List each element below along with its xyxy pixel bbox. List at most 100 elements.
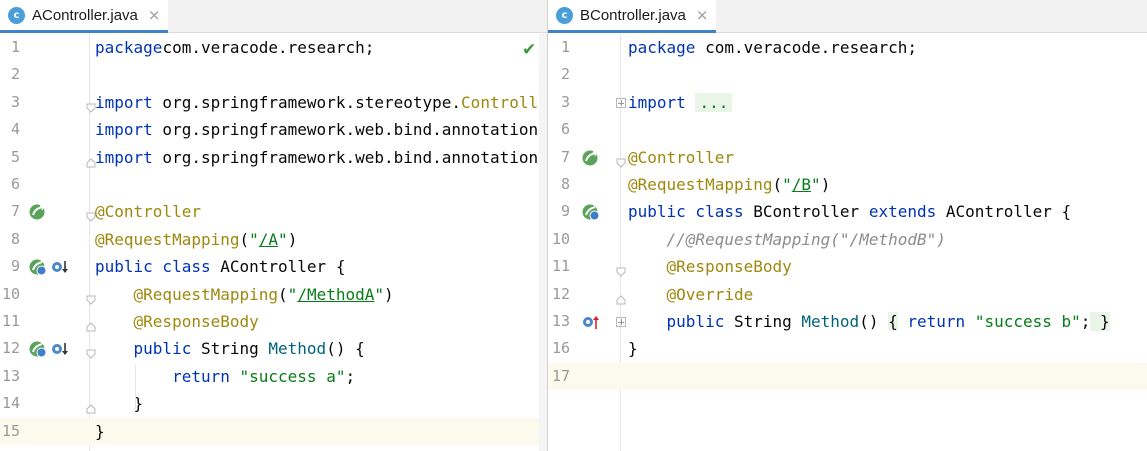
fold-expand-icon[interactable] (616, 97, 626, 108)
close-icon[interactable]: × (696, 6, 709, 24)
code-line[interactable]: 6 (0, 171, 547, 198)
overridden-method-icon[interactable] (51, 340, 69, 358)
line-number[interactable]: 6 (0, 171, 24, 198)
code-line[interactable]: 5 import org.springframework.web.bind.ann… (0, 144, 547, 171)
close-icon[interactable]: × (148, 6, 161, 24)
fold-open-icon[interactable] (616, 153, 626, 168)
code-text[interactable]: import org.springframework.web.bind.anno… (95, 144, 538, 171)
spring-request-mapping-icon[interactable] (582, 203, 600, 221)
vertical-scrollbar[interactable] (539, 34, 547, 451)
tab-bcontroller[interactable]: c BController.java × (548, 0, 717, 33)
line-number[interactable]: 8 (548, 171, 574, 198)
code-text[interactable]: @Controller (628, 144, 734, 171)
line-number[interactable]: 16 (548, 335, 574, 362)
fold-open-icon[interactable] (616, 262, 626, 277)
fold-expand-icon[interactable] (616, 317, 626, 327)
code-line[interactable]: 13 public String Method() { return "succ… (548, 308, 1147, 335)
code-line[interactable]: 7 @Controller (548, 144, 1147, 171)
code-line[interactable]: 1 packagecom.veracode.research; (0, 34, 547, 61)
code-text[interactable]: packagecom.veracode.research; (95, 34, 374, 61)
line-number[interactable]: 11 (548, 253, 574, 280)
line-number[interactable]: 12 (548, 281, 574, 308)
overridden-method-icon[interactable] (51, 258, 69, 276)
fold-close-icon[interactable] (616, 290, 626, 305)
line-number[interactable]: 7 (0, 198, 24, 225)
overriding-method-icon[interactable] (582, 313, 600, 331)
code-line[interactable]: 7 @Controller (0, 198, 547, 225)
check-icon[interactable]: ✔ (522, 40, 536, 60)
code-text[interactable]: } (95, 418, 105, 445)
spring-bean-icon[interactable] (582, 149, 600, 167)
line-number[interactable]: 5 (0, 144, 24, 171)
code-line[interactable]: 14 } (0, 390, 547, 417)
line-number[interactable]: 2 (548, 61, 574, 88)
line-number[interactable]: 4 (0, 116, 24, 143)
code-line[interactable]: 2 (0, 61, 547, 88)
code-line[interactable]: 3 import org.springframework.stereotype.C… (0, 89, 547, 116)
line-number[interactable]: 17 (548, 363, 574, 390)
line-number[interactable]: 2 (0, 61, 24, 88)
line-number[interactable]: 13 (548, 308, 574, 335)
line-number[interactable]: 15 (0, 418, 24, 445)
spring-request-mapping-icon[interactable] (29, 258, 47, 276)
code-line[interactable]: 17 (548, 362, 1147, 391)
code-line[interactable]: 1 package com.veracode.research; (548, 34, 1147, 61)
code-text[interactable]: } (628, 335, 638, 362)
code-line[interactable]: 10 @RequestMapping("/MethodA") (0, 281, 547, 308)
line-number[interactable]: 6 (548, 116, 574, 143)
code-text[interactable]: import ... (628, 89, 733, 116)
line-number[interactable]: 1 (0, 34, 24, 61)
line-number[interactable]: 10 (0, 281, 24, 308)
code-text[interactable]: @RequestMapping("/A") (95, 226, 297, 253)
code-line[interactable]: 6 (548, 116, 1147, 143)
code-text[interactable]: //@RequestMapping("/MethodB") (628, 226, 946, 253)
code-line[interactable]: 10 //@RequestMapping("/MethodB") (548, 226, 1147, 253)
line-number[interactable]: 11 (0, 308, 24, 335)
code-line[interactable]: 2 (548, 61, 1147, 88)
code-text[interactable]: import org.springframework.web.bind.anno… (95, 116, 538, 143)
code-line[interactable]: 9 public class BController extends AContr… (548, 198, 1147, 225)
code-editor[interactable]: 1 packagecom.veracode.research; 2 3 import o… (0, 34, 547, 451)
tab-acontroller[interactable]: c AController.java × (0, 0, 169, 33)
line-number[interactable]: 13 (0, 363, 24, 390)
line-number[interactable]: 9 (0, 253, 24, 280)
code-line[interactable]: 15} (0, 417, 547, 445)
code-line[interactable]: 11 @ResponseBody (548, 253, 1147, 280)
code-line[interactable]: 8 @RequestMapping("/B") (548, 171, 1147, 198)
line-number[interactable]: 8 (0, 226, 24, 253)
line-number[interactable]: 9 (548, 198, 574, 225)
line-number[interactable]: 3 (548, 89, 574, 116)
code-line[interactable]: 16} (548, 335, 1147, 362)
code-line[interactable]: 13 return "success a"; (0, 363, 547, 390)
spring-bean-icon[interactable] (29, 203, 47, 221)
spring-request-mapping-icon[interactable] (29, 340, 47, 358)
code-text[interactable]: @RequestMapping("/B") (628, 171, 830, 198)
code-text[interactable]: @RequestMapping("/MethodA") (95, 281, 394, 308)
code-token: import (628, 92, 686, 112)
code-line[interactable]: 4 import org.springframework.web.bind.ann… (0, 116, 547, 143)
line-number[interactable]: 1 (548, 34, 574, 61)
code-text[interactable]: public String Method() { (95, 335, 365, 362)
code-text[interactable]: @Controller (95, 198, 201, 225)
code-line[interactable]: 8 @RequestMapping("/A") (0, 226, 547, 253)
code-text[interactable]: @ResponseBody (95, 308, 259, 335)
code-line[interactable]: 9 public class AController { (0, 253, 547, 280)
code-line[interactable]: 12 public String Method() { (0, 335, 547, 362)
code-line[interactable]: 11 @ResponseBody (0, 308, 547, 335)
code-text[interactable]: public class BController extends AContro… (628, 198, 1071, 225)
code-text[interactable]: @ResponseBody (628, 253, 792, 280)
code-text[interactable]: public class AController { (95, 253, 345, 280)
code-line[interactable]: 3 import ... (548, 89, 1147, 116)
code-line[interactable]: 12 @Override (548, 281, 1147, 308)
code-text[interactable]: import org.springframework.stereotype.Co… (95, 89, 547, 116)
code-token: public class (95, 257, 211, 277)
line-number[interactable]: 12 (0, 335, 24, 362)
code-text[interactable]: public String Method() { return "success… (628, 308, 1110, 335)
code-editor[interactable]: 1 package com.veracode.research; 2 3 import … (548, 34, 1147, 451)
line-number[interactable]: 14 (0, 390, 24, 417)
code-text[interactable]: package com.veracode.research; (628, 34, 917, 61)
line-number[interactable]: 10 (548, 226, 574, 253)
code-text[interactable]: @Override (628, 281, 754, 308)
line-number[interactable]: 7 (548, 144, 574, 171)
line-number[interactable]: 3 (0, 89, 24, 116)
